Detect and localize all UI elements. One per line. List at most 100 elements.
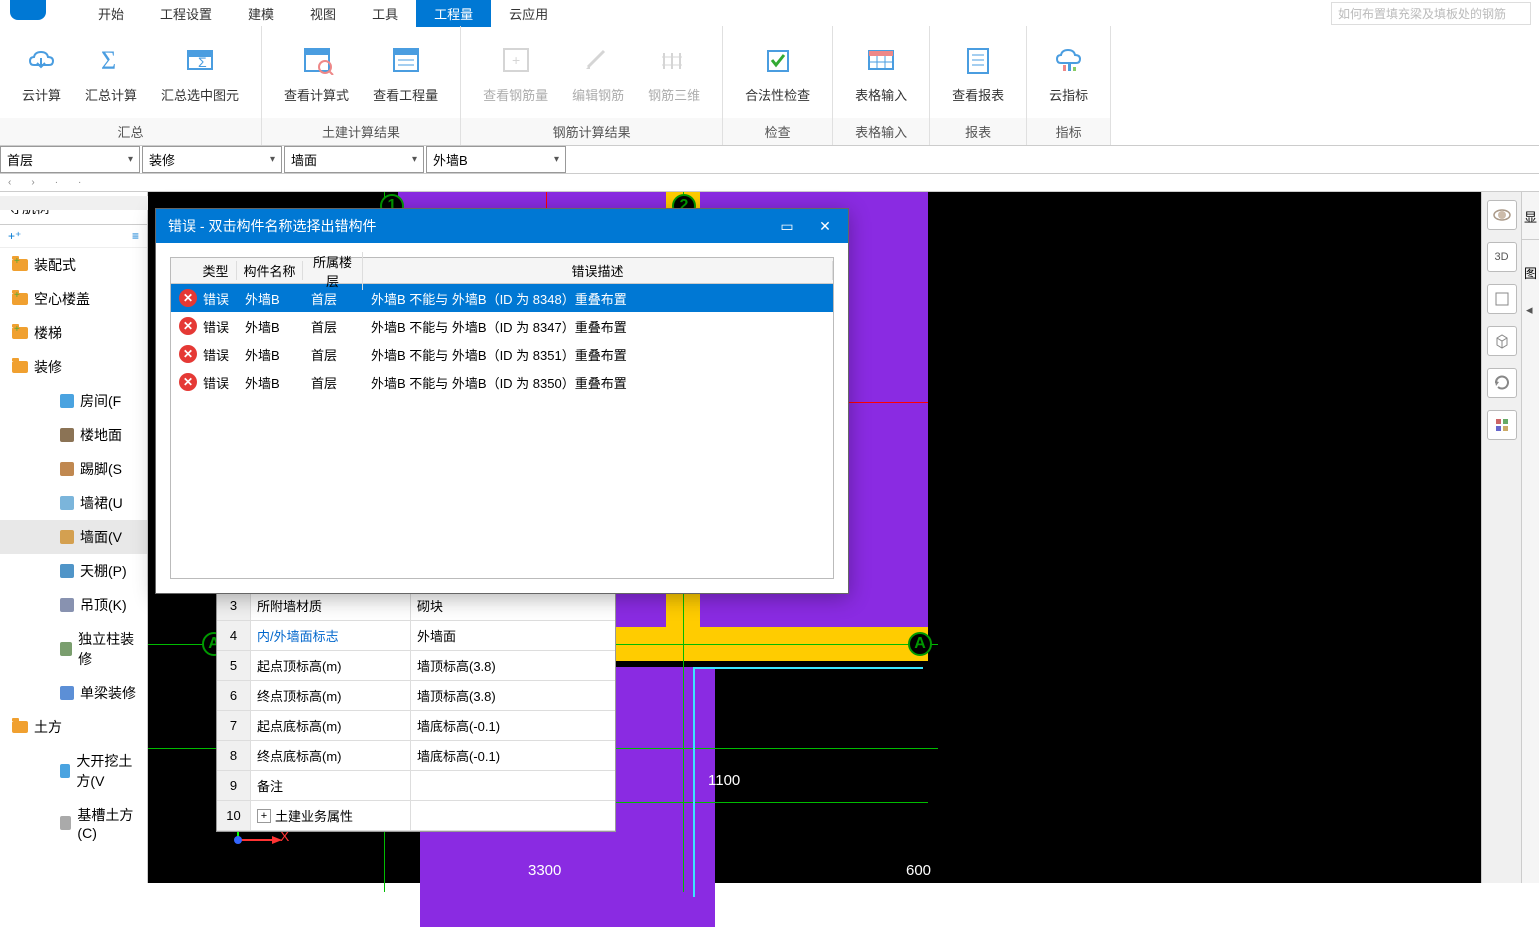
nav-item-独立柱装修[interactable]: 独立柱装修 — [0, 622, 147, 676]
error-floor: 首层 — [305, 345, 365, 364]
help-search-input[interactable]: 如何布置填充梁及填板处的钢筋 — [1331, 2, 1531, 25]
property-row[interactable]: 7起点底标高(m)墙底标高(-0.1) — [217, 711, 615, 741]
prop-value[interactable]: 墙底标高(-0.1) — [411, 716, 615, 735]
nav-item-房间(F[interactable]: 房间(F — [0, 384, 147, 418]
ribbon-查看报表[interactable]: 查看报表 — [940, 37, 1016, 108]
nav-item-楼地面[interactable]: 楼地面 — [0, 418, 147, 452]
dialog-titlebar[interactable]: 错误 - 双击构件名称选择出错构件 ▭ ✕ — [156, 209, 848, 243]
prop-idx: 3 — [217, 591, 251, 620]
error-comp: 外墙B — [239, 289, 305, 308]
column-icon — [60, 642, 72, 656]
wall-icon — [60, 496, 74, 510]
nav-item-大开挖土方(V[interactable]: 大开挖土方(V — [0, 744, 147, 798]
error-type: 错误 — [197, 317, 239, 336]
tab-image[interactable]: 图 — [1522, 258, 1539, 287]
nav-item-踢脚(S[interactable]: 踢脚(S — [0, 452, 147, 486]
ribbon-group-label: 指标 — [1027, 118, 1110, 145]
property-row[interactable]: 9备注 — [217, 771, 615, 801]
property-row[interactable]: 5起点顶标高(m)墙顶标高(3.8) — [217, 651, 615, 681]
prop-value[interactable]: 墙顶标高(3.8) — [411, 656, 615, 675]
dialog-minimize-button[interactable]: ▭ — [768, 211, 806, 241]
ribbon-icon — [579, 41, 617, 79]
nav-label: 装修 — [34, 357, 62, 377]
nav-item-装配式[interactable]: 装配式 — [0, 248, 147, 282]
menu-tab-2[interactable]: 建模 — [230, 0, 292, 27]
folder-icon — [12, 361, 28, 373]
prop-value[interactable]: 砌块 — [411, 596, 615, 615]
filter-select[interactable]: 装修▾ — [142, 146, 282, 173]
nav-label: 墙面(V — [80, 527, 122, 547]
property-row[interactable]: 4内/外墙面标志外墙面 — [217, 621, 615, 651]
nav-label: 装配式 — [34, 255, 76, 275]
ribbon-表格输入[interactable]: 表格输入 — [843, 37, 919, 108]
menu-tab-0[interactable]: 开始 — [80, 0, 142, 27]
dim-label: 1100 — [708, 772, 740, 789]
error-type: 错误 — [197, 345, 239, 364]
prop-value[interactable]: 墙底标高(-0.1) — [411, 746, 615, 765]
nav-item-空心楼盖[interactable]: 空心楼盖 — [0, 282, 147, 316]
prop-value[interactable]: 墙顶标高(3.8) — [411, 686, 615, 705]
prop-value[interactable]: 外墙面 — [411, 626, 615, 645]
view-rotate-button[interactable] — [1487, 368, 1517, 398]
ribbon-查看计算式[interactable]: 查看计算式 — [272, 37, 361, 108]
ribbon-合法性检查[interactable]: 合法性检查 — [733, 37, 822, 108]
property-row[interactable]: 8终点底标高(m)墙底标高(-0.1) — [217, 741, 615, 771]
nav-item-楼梯[interactable]: 楼梯 — [0, 316, 147, 350]
chevron-down-icon: ▾ — [270, 154, 275, 165]
nav-item-墙裙(U[interactable]: 墙裙(U — [0, 486, 147, 520]
nav-add-button[interactable]: +⁺ — [8, 229, 21, 243]
error-icon: ✕ — [179, 373, 197, 391]
filter-select[interactable]: 墙面▾ — [284, 146, 424, 173]
nav-item-天棚(P)[interactable]: 天棚(P) — [0, 554, 147, 588]
error-icon: ✕ — [179, 317, 197, 335]
error-header-comp: 构件名称 — [237, 261, 303, 280]
ribbon-云计算[interactable]: 云计算 — [10, 37, 73, 108]
beam-icon — [60, 686, 74, 700]
tab-display[interactable]: 显 — [1522, 202, 1539, 231]
nav-label: 空心楼盖 — [34, 289, 90, 309]
ribbon-label: 编辑钢筋 — [572, 85, 624, 104]
property-row[interactable]: 3所附墙材质砌块 — [217, 591, 615, 621]
error-table: 类型 构件名称 所属楼层 错误描述 ✕错误外墙B首层外墙B 不能与 外墙B（ID… — [170, 257, 834, 579]
ribbon-group-label: 汇总 — [0, 118, 261, 145]
view-iso-button[interactable] — [1487, 326, 1517, 356]
ribbon-group-label: 表格输入 — [833, 118, 929, 145]
nav-item-墙面(V[interactable]: 墙面(V — [0, 520, 147, 554]
nav-item-装修[interactable]: 装修 — [0, 350, 147, 384]
nav-menu-button[interactable]: ≡ — [132, 229, 139, 243]
menu-tab-4[interactable]: 工具 — [354, 0, 416, 27]
error-row[interactable]: ✕错误外墙B首层外墙B 不能与 外墙B（ID 为 8350）重叠布置 — [171, 368, 833, 396]
menu-tab-3[interactable]: 视图 — [292, 0, 354, 27]
nav-item-基槽土方(C)[interactable]: 基槽土方(C) — [0, 798, 147, 848]
menu-tab-1[interactable]: 工程设置 — [142, 0, 230, 27]
ribbon-云指标[interactable]: 云指标 — [1037, 37, 1100, 108]
ribbon-label: 钢筋三维 — [648, 85, 700, 104]
menu-tab-6[interactable]: 云应用 — [491, 0, 566, 27]
nav-item-吊顶(K)[interactable]: 吊顶(K) — [0, 588, 147, 622]
chevron-down-icon: ▾ — [412, 154, 417, 165]
ribbon-查看工程量[interactable]: 查看工程量 — [361, 37, 450, 108]
ribbon-汇总计算[interactable]: Σ汇总计算 — [73, 37, 149, 108]
expand-icon[interactable]: + — [257, 809, 271, 823]
svg-text:Σ: Σ — [198, 54, 207, 70]
menu-tab-5[interactable]: 工程量 — [416, 0, 491, 27]
error-type: 错误 — [197, 289, 239, 308]
error-row[interactable]: ✕错误外墙B首层外墙B 不能与 外墙B（ID 为 8348）重叠布置 — [171, 284, 833, 312]
view-cube-button[interactable] — [1487, 284, 1517, 314]
error-header-floor: 所属楼层 — [303, 252, 363, 290]
error-row[interactable]: ✕错误外墙B首层外墙B 不能与 外墙B（ID 为 8347）重叠布置 — [171, 312, 833, 340]
property-row[interactable]: 10+土建业务属性 — [217, 801, 615, 831]
filter-select[interactable]: 首层▾ — [0, 146, 140, 173]
error-row[interactable]: ✕错误外墙B首层外墙B 不能与 外墙B（ID 为 8351）重叠布置 — [171, 340, 833, 368]
nav-label: 天棚(P) — [80, 561, 127, 581]
nav-item-土方[interactable]: 土方 — [0, 710, 147, 744]
dim-label: 3300 — [528, 862, 561, 879]
nav-item-单梁装修[interactable]: 单梁装修 — [0, 676, 147, 710]
filter-select[interactable]: 外墙B▾ — [426, 146, 566, 173]
view-3d-button[interactable]: 3D — [1487, 242, 1517, 272]
ribbon-汇总选中图元[interactable]: Σ汇总选中图元 — [149, 37, 251, 108]
view-layers-button[interactable] — [1487, 410, 1517, 440]
dialog-close-button[interactable]: ✕ — [806, 211, 844, 241]
property-row[interactable]: 6终点顶标高(m)墙顶标高(3.8) — [217, 681, 615, 711]
view-orbit-button[interactable] — [1487, 200, 1517, 230]
